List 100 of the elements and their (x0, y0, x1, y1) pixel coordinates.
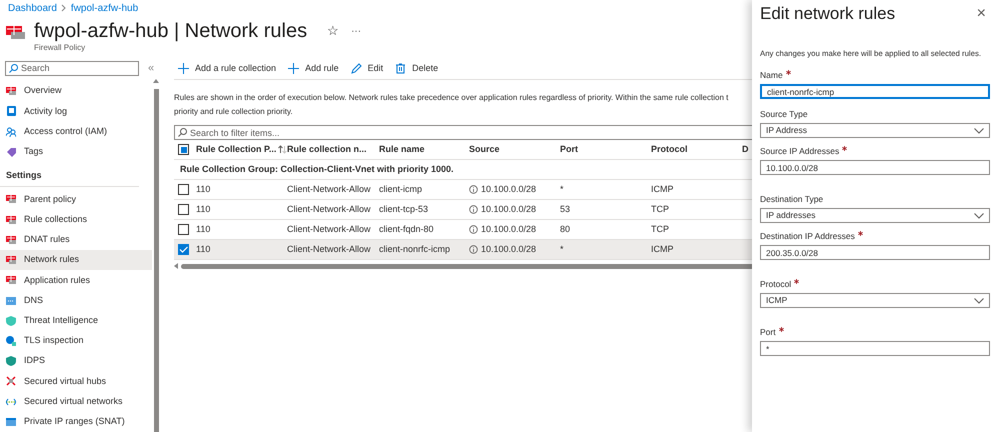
field-label: Port (760, 327, 776, 338)
column-header[interactable]: D (742, 142, 752, 156)
chevron-down-icon (974, 298, 984, 304)
trash-icon (395, 63, 406, 74)
nav-item[interactable]: Tags (0, 142, 152, 162)
panel-title: Edit network rules (760, 3, 896, 26)
nav-item[interactable]: Application rules (0, 270, 152, 290)
nav-item[interactable]: Secured virtual hubs (0, 371, 152, 392)
nav-item[interactable]: Network rules (0, 250, 152, 270)
table-cell-text: client-icmp (379, 182, 422, 196)
table-cell-text: 10.100.0.0/28 (481, 222, 536, 236)
field-label: Source Type (760, 109, 808, 120)
toolbar-button[interactable]: Edit (350, 62, 384, 76)
horizontal-scrollbar[interactable] (174, 262, 752, 270)
shield-icon (6, 316, 16, 326)
dropdown[interactable]: ICMP (760, 293, 990, 308)
plus-icon (178, 63, 189, 74)
firewall-icon (6, 194, 16, 204)
sort-icon (278, 145, 288, 154)
checkbox[interactable] (178, 144, 189, 155)
chevron-down-icon (974, 212, 984, 218)
nav-item[interactable]: Threat Intelligence (0, 310, 152, 331)
column-header[interactable]: Source (469, 142, 560, 156)
description-text: Rules are shown in the order of execution below. Network rules take precedence over application rules regardless of priority. Within the same rule collection t priority and rule collection priority. (174, 92, 730, 118)
nav-item[interactable]: IDPS (0, 351, 152, 372)
shield-icon (6, 356, 16, 366)
more-button[interactable]: ··· (351, 24, 362, 38)
field-label: Protocol (760, 279, 792, 290)
breadcrumb-link[interactable]: fwpol-azfw-hub (70, 0, 138, 16)
column-header[interactable]: Port (560, 142, 651, 156)
nav-item[interactable]: TLS inspection (0, 330, 152, 352)
table-cell-text: 10.100.0.0/28 (481, 242, 536, 256)
breadcrumb-link[interactable]: Dashboard (8, 0, 57, 16)
search-field[interactable]: Search (5, 60, 139, 76)
table-cell-text: 53 (560, 202, 570, 216)
search-icon (178, 128, 187, 137)
firewall-icon (6, 24, 26, 40)
hub-icon (6, 376, 16, 386)
info-icon (469, 225, 478, 234)
server-icon (6, 416, 16, 427)
column-header[interactable]: Rule collection n... (287, 142, 379, 156)
table-cell-text: Client-Network-Allow (287, 202, 371, 216)
chevron-icon (60, 4, 67, 12)
table-cell-text: 110 (196, 202, 210, 216)
table-cell-text: 110 (196, 182, 210, 196)
nav-item[interactable]: DNAT rules (0, 230, 152, 250)
toolbar-button[interactable]: Add rule (288, 62, 339, 76)
column-header[interactable]: Rule name (379, 142, 469, 156)
column-header[interactable]: Protocol (651, 142, 742, 156)
close-button[interactable]: × (972, 6, 990, 22)
table-cell-text: ICMP (651, 182, 674, 196)
table-cell-text: Client-Network-Allow (287, 242, 371, 256)
input-field[interactable]: client-nonrfc-icmp (760, 84, 990, 99)
checkbox[interactable] (178, 224, 189, 235)
table-cell-text: 110 (196, 222, 210, 236)
favorite-button[interactable]: ☆ (327, 21, 340, 41)
filter-field[interactable]: Search to filter items... (174, 125, 752, 140)
tag-icon (6, 146, 16, 157)
table-cell-text: * (560, 242, 564, 256)
table-cell-text: client-tcp-53 (379, 202, 428, 216)
page-title: fwpol-azfw-hub | Network rules (34, 19, 308, 44)
scroll-up-icon (153, 78, 159, 83)
firewall-icon (6, 214, 16, 225)
dropdown[interactable]: IP addresses (760, 208, 990, 223)
firewall-icon (6, 234, 16, 245)
column-header[interactable]: Rule Collection P... (196, 142, 287, 156)
toolbar-button[interactable]: Delete (395, 62, 438, 76)
nav-item[interactable]: Access control (IAM) (0, 121, 152, 142)
dropdown[interactable]: IP Address (760, 123, 990, 138)
people-icon (6, 126, 16, 137)
field-label: Source IP Addresses (760, 146, 840, 157)
table-row[interactable]: 110 Client-Network-Allow client-nonrfc-icmp 10.100.0.0/28 * ICMP (174, 240, 752, 260)
table-cell-text: Client-Network-Allow (287, 182, 371, 196)
toolbar-button[interactable]: Add a rule collection (178, 62, 276, 76)
info-icon (469, 245, 478, 254)
info-icon (469, 205, 478, 214)
input-field[interactable]: * (760, 341, 990, 356)
table-cell-text: 10.100.0.0/28 (481, 202, 536, 216)
nav-item[interactable]: DNS (0, 290, 152, 311)
nav-item[interactable]: Parent policy (0, 189, 152, 210)
checkbox[interactable] (178, 244, 189, 255)
input-field[interactable]: 200.35.0.0/28 (760, 245, 990, 260)
collapse-button[interactable]: « (148, 60, 154, 76)
section-heading: Settings (0, 162, 139, 188)
nav-item[interactable]: Secured virtual networks (0, 392, 152, 412)
input-field[interactable]: 10.100.0.0/28 (760, 160, 990, 175)
nav-item[interactable]: Private IP ranges (SNAT) (0, 412, 152, 432)
scrollbar[interactable] (152, 78, 160, 432)
globe-lock-icon (6, 336, 16, 346)
nav-item[interactable]: Rule collections (0, 210, 152, 230)
pencil-icon (350, 63, 362, 74)
checkbox[interactable] (178, 184, 189, 195)
nav-item[interactable]: Activity log (0, 101, 152, 122)
field-label: Name (760, 70, 783, 81)
server-icon (6, 296, 16, 306)
table-cell-text: ICMP (651, 242, 674, 256)
plus-icon (288, 63, 300, 74)
nav-item[interactable]: Overview (0, 81, 152, 102)
network-icon (6, 396, 16, 407)
checkbox[interactable] (178, 204, 189, 215)
